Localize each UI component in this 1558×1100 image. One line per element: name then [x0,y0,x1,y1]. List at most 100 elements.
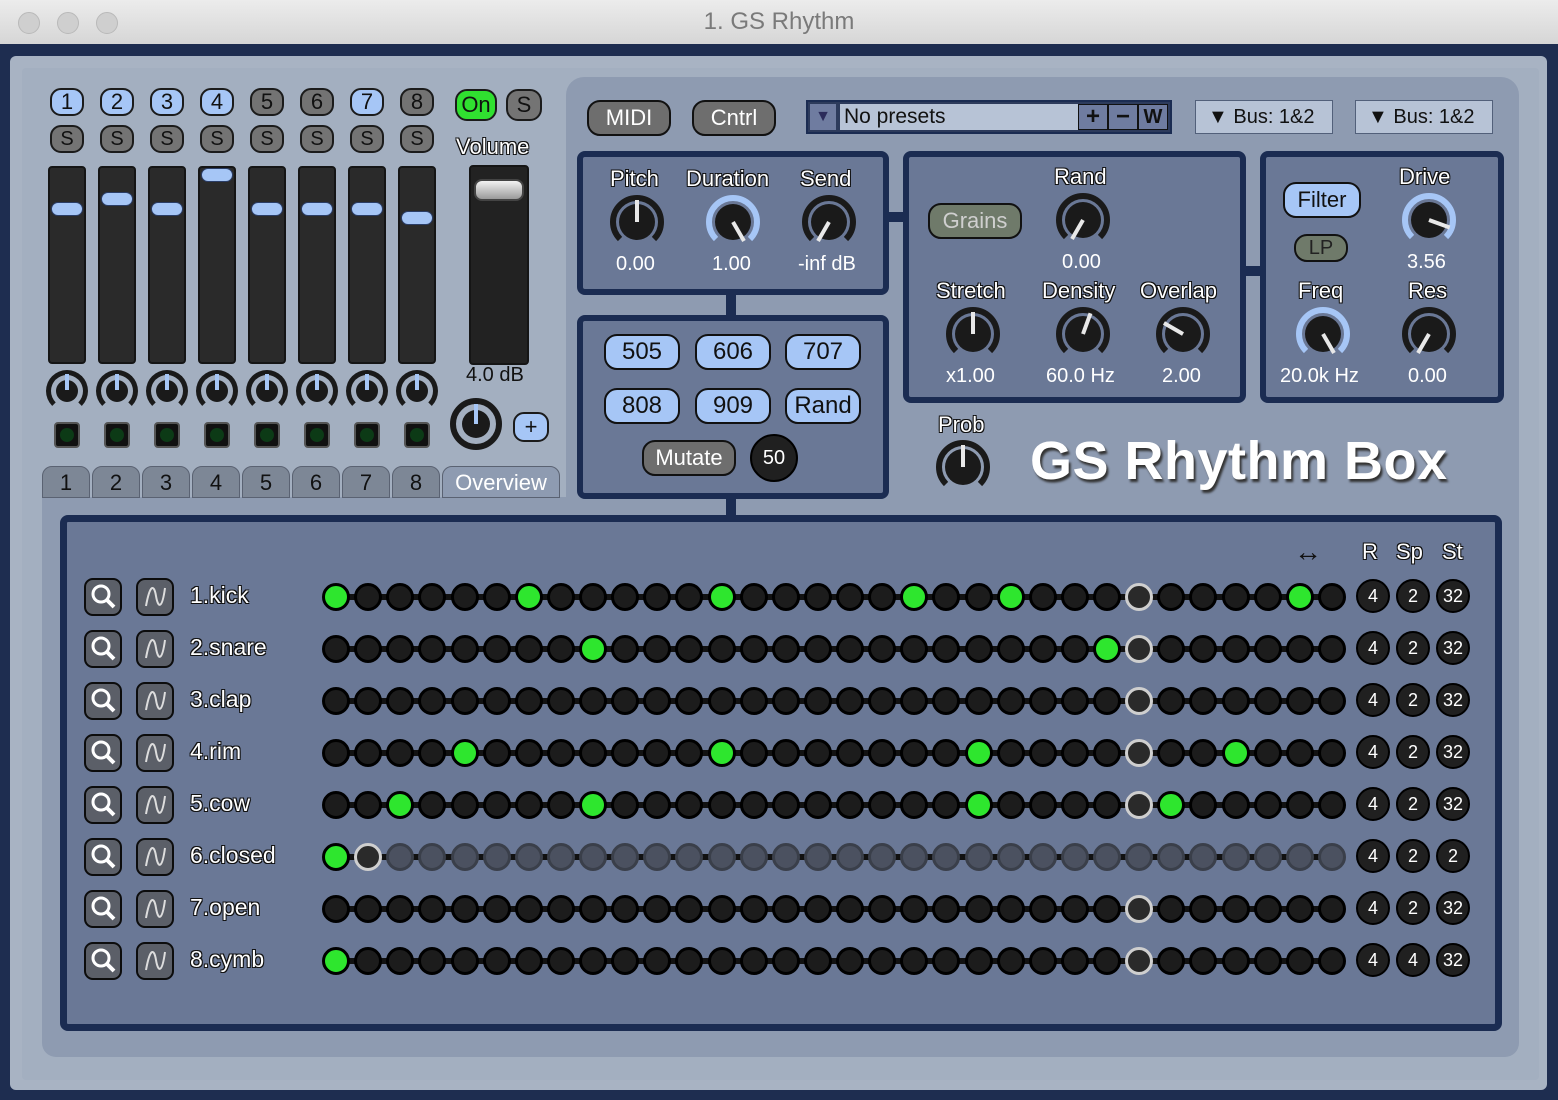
zoom-icon[interactable] [84,682,122,720]
preset-dropdown-icon[interactable]: ▼ [810,104,836,130]
drive-knob[interactable] [1399,190,1459,250]
step-button[interactable] [1317,635,1346,663]
step-button[interactable] [579,739,607,767]
step-button[interactable] [322,895,350,923]
step-button[interactable] [868,843,896,871]
step-button[interactable] [354,947,382,975]
step-button[interactable] [868,895,896,923]
channel-5-fader[interactable] [248,166,286,364]
step-button[interactable] [579,791,607,819]
step-button[interactable] [996,791,1025,819]
step-button[interactable] [1189,843,1217,871]
step-button[interactable] [546,635,575,663]
pitch-knob[interactable] [607,192,667,252]
step-button[interactable] [1028,791,1057,819]
step-button[interactable] [1060,947,1089,975]
repeat-value[interactable]: 4 [1356,631,1390,665]
step-button[interactable] [418,895,446,923]
step-button[interactable] [771,583,800,611]
bus-select-1[interactable]: ▼ Bus: 1&2 [1195,100,1333,134]
step-button[interactable] [1125,895,1153,923]
step-button[interactable] [964,895,993,923]
step-button[interactable] [386,687,414,715]
step-button[interactable] [1125,843,1153,871]
step-button[interactable] [1060,791,1089,819]
step-button[interactable] [1285,947,1314,975]
channel-1-pan-knob[interactable] [46,370,88,412]
step-button[interactable] [996,739,1025,767]
send-knob[interactable] [799,192,859,252]
step-button[interactable] [514,791,543,819]
step-button[interactable] [354,791,382,819]
add-channel-button[interactable]: + [513,412,549,442]
step-button[interactable] [354,895,382,923]
step-button[interactable] [322,635,350,663]
preset-add-button[interactable]: + [1078,104,1108,130]
step-button[interactable] [964,739,993,767]
channel-4-fader[interactable] [198,166,236,364]
tab-channel-7[interactable]: 7 [342,466,390,498]
step-button[interactable] [739,947,768,975]
step-button[interactable] [900,843,928,871]
channel-6-select-button[interactable]: 6 [300,88,334,116]
step-button[interactable] [964,791,993,819]
speed-value[interactable]: 2 [1396,735,1430,769]
step-button[interactable] [836,739,864,767]
tab-channel-4[interactable]: 4 [192,466,240,498]
channel-3-solo-button[interactable]: S [150,125,184,153]
step-button[interactable] [1125,739,1153,767]
envelope-icon[interactable] [136,942,174,980]
step-button[interactable] [1093,687,1121,715]
envelope-icon[interactable] [136,578,174,616]
steps-value[interactable]: 32 [1436,943,1470,977]
channel-6-fader-thumb[interactable] [301,202,333,216]
step-button[interactable] [1253,687,1282,715]
step-button[interactable] [1060,635,1089,663]
grain-rand-knob[interactable] [1053,190,1113,250]
grains-toggle[interactable]: Grains [928,203,1022,239]
speed-value[interactable]: 2 [1396,839,1430,873]
mutate-amount[interactable]: 50 [750,434,798,482]
channel-8-select-button[interactable]: 8 [400,88,434,116]
step-button[interactable] [771,895,800,923]
step-button[interactable] [1189,895,1217,923]
step-button[interactable] [739,843,768,871]
step-button[interactable] [1093,635,1121,663]
step-button[interactable] [964,687,993,715]
speed-value[interactable]: 2 [1396,787,1430,821]
step-button[interactable] [1028,895,1057,923]
step-button[interactable] [932,583,960,611]
channel-4-select-button[interactable]: 4 [200,88,234,116]
step-button[interactable] [514,895,543,923]
kit-909-button[interactable]: 909 [695,388,771,424]
preset-select[interactable]: No presets [840,104,1078,130]
envelope-icon[interactable] [136,682,174,720]
step-button[interactable] [675,843,703,871]
channel-3-fader[interactable] [148,166,186,364]
step-button[interactable] [1285,895,1314,923]
master-volume-fader[interactable] [469,165,529,365]
step-button[interactable] [354,635,382,663]
channel-6-fader[interactable] [298,166,336,364]
step-button[interactable] [900,739,928,767]
master-on-button[interactable]: On [455,89,497,121]
step-button[interactable] [996,635,1025,663]
channel-4-solo-button[interactable]: S [200,125,234,153]
channel-1-fader[interactable] [48,166,86,364]
step-button[interactable] [322,791,350,819]
step-button[interactable] [418,739,446,767]
kit-808-button[interactable]: 808 [604,388,680,424]
preset-remove-button[interactable]: − [1108,104,1138,130]
step-button[interactable] [1028,583,1057,611]
steps-value[interactable]: 32 [1436,735,1470,769]
step-button[interactable] [1157,635,1185,663]
step-button[interactable] [900,687,928,715]
step-button[interactable] [450,947,479,975]
step-button[interactable] [675,739,703,767]
channel-7-fader[interactable] [348,166,386,364]
channel-7-solo-button[interactable]: S [350,125,384,153]
step-button[interactable] [1093,843,1121,871]
step-button[interactable] [900,635,928,663]
step-button[interactable] [932,635,960,663]
stretch-knob[interactable] [943,304,1003,364]
